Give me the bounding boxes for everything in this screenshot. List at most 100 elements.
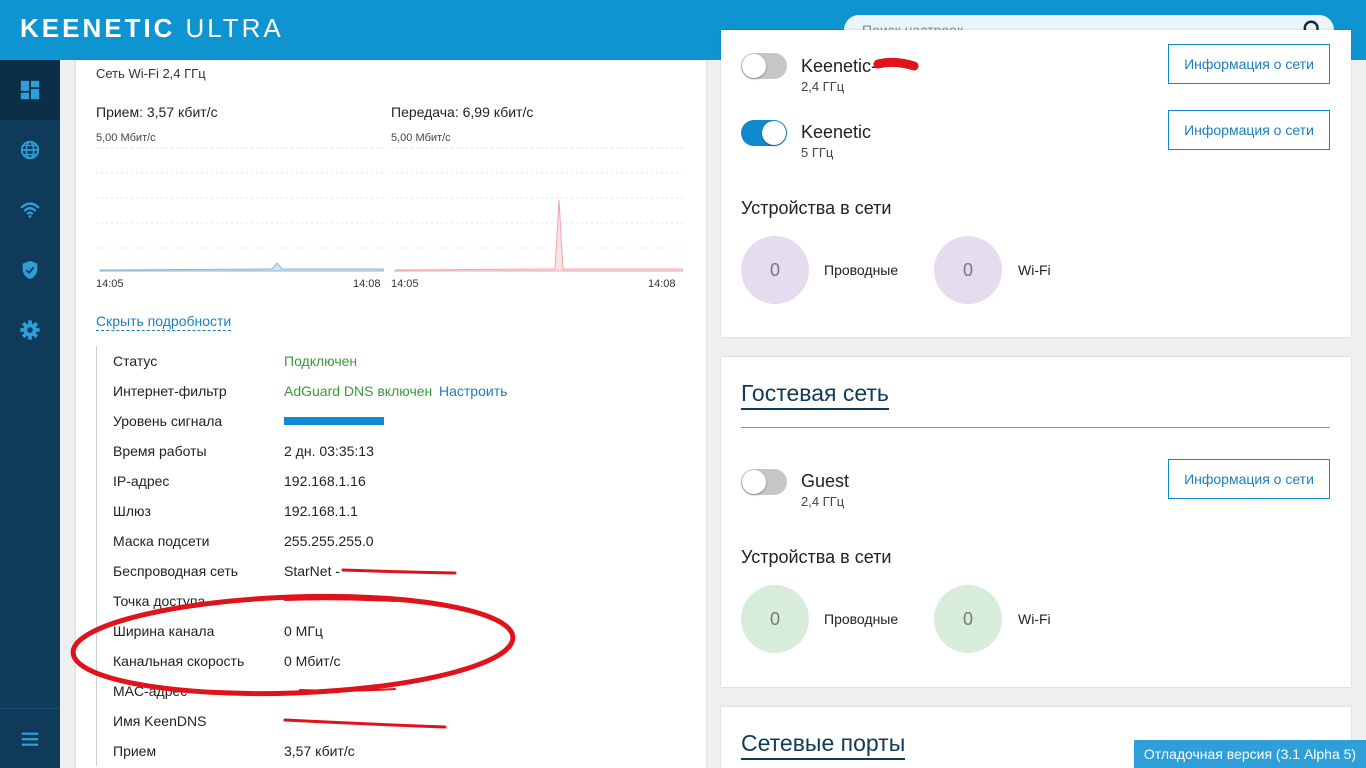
nav-internet[interactable] [0, 120, 60, 180]
guest-network-card: Гостевая сеть Guest 2,4 ГГц Информация о… [721, 357, 1351, 687]
rx-time-end: 14:08 [353, 278, 381, 290]
detail-uptime: Время работы 2 дн. 03:35:13 [97, 436, 686, 466]
configure-filter-link[interactable]: Настроить [439, 383, 507, 399]
tx-time-start: 14:05 [391, 278, 419, 290]
toggle-knob [742, 470, 766, 494]
gear-icon [20, 320, 40, 340]
rx-traffic-chart [96, 147, 384, 272]
logo[interactable]: KEENETIC ULTRA [20, 13, 284, 44]
logo-brand: KEENETIC [20, 13, 176, 43]
debug-version-badge: Отладочная версия (3.1 Alpha 5) [1134, 740, 1366, 768]
guest-net-band: 2,4 ГГц [801, 494, 845, 509]
detail-status: Статус Подключен [97, 346, 686, 376]
detail-gateway: Шлюз 192.168.1.1 [97, 496, 686, 526]
detail-channel-width: Ширина канала 0 МГц [97, 616, 686, 646]
menu-icon [21, 732, 39, 746]
home-network-card: Keenetic- 2,4 ГГц Информация о сети Keen… [721, 30, 1351, 337]
detail-key: Уровень сигнала [113, 413, 223, 429]
shield-icon [22, 260, 38, 280]
guest-net-name: Guest [801, 471, 850, 491]
signal-level-bar [284, 417, 384, 425]
detail-key: Маска подсети [113, 533, 210, 549]
detail-signal: Уровень сигнала [97, 406, 686, 436]
nav-settings[interactable] [0, 300, 60, 360]
detail-filter: Интернет-фильтр AdGuard DNS включен Наст… [97, 376, 686, 406]
wifi-details-card: Сеть Wi-Fi 2,4 ГГц Прием: 3,57 кбит/с Пе… [76, 60, 706, 768]
tx-traffic-line [394, 199, 683, 272]
detail-key: Беспроводная сеть [113, 563, 239, 579]
guest-devices-title: Устройства в сети [741, 547, 892, 567]
detail-wireless: Беспроводная сеть StarNet - [97, 556, 686, 586]
net1-band: 2,4 ГГц [801, 79, 845, 94]
tx-time-end: 14:08 [648, 278, 676, 290]
detail-key: Точка доступа [113, 593, 206, 609]
rx-value: 3,57 кбит/с [284, 743, 355, 759]
wifi-band-title: Сеть Wi-Fi 2,4 ГГц [96, 66, 206, 81]
detail-ip: IP-адрес 192.168.1.16 [97, 466, 686, 496]
hide-details-link[interactable]: Скрыть подробности [96, 313, 232, 331]
tx-traffic-chart [391, 147, 683, 272]
tx-scale-label: 5,00 Мбит/с [391, 132, 451, 144]
nav-menu[interactable] [0, 708, 60, 768]
net1-toggle[interactable] [741, 53, 787, 79]
dashboard-icon [20, 80, 40, 100]
nav-dashboard[interactable] [0, 60, 60, 120]
nav-wifi[interactable] [0, 180, 60, 240]
toggle-knob [762, 121, 786, 145]
detail-mac: MAC-адрес [97, 676, 686, 706]
detail-channel-speed: Канальная скорость 0 Мбит/с [97, 646, 686, 676]
mask-value: 255.255.255.0 [284, 533, 374, 549]
devices-title: Устройства в сети [741, 198, 892, 218]
tx-rate-label: Передача: 6,99 кбит/с [391, 104, 534, 120]
ip-value: 192.168.1.16 [284, 473, 366, 489]
detail-key: Интернет-фильтр [113, 383, 227, 399]
net1-info-button[interactable]: Информация о сети [1168, 44, 1330, 84]
channel-speed-value: 0 Мбит/с [284, 653, 341, 669]
uptime-value: 2 дн. 03:35:13 [284, 443, 374, 459]
detail-key: Прием [113, 743, 157, 759]
detail-key: Время работы [113, 443, 207, 459]
net2-name: Keenetic [801, 122, 872, 142]
network-ports-title[interactable]: Сетевые порты [741, 729, 906, 760]
detail-rx: Прием 3,57 кбит/с [97, 736, 686, 766]
guest-network-title[interactable]: Гостевая сеть [741, 379, 889, 410]
detail-access-point: Точка доступа [97, 586, 686, 616]
guest-wifi-label: Wi-Fi [1018, 611, 1051, 627]
guest-wifi-count[interactable]: 0 [934, 585, 1002, 653]
channel-width-value: 0 МГц [284, 623, 323, 639]
wireless-value: StarNet - [284, 563, 341, 579]
globe-icon [20, 140, 40, 160]
wifi-devices-label: Wi-Fi [1018, 262, 1051, 278]
net2-band: 5 ГГц [801, 145, 834, 160]
detail-key: Канальная скорость [113, 653, 245, 669]
gateway-value: 192.168.1.1 [284, 503, 358, 519]
sidebar [0, 60, 60, 768]
rx-traffic-line [99, 262, 384, 272]
detail-keendns: Имя KeenDNS [97, 706, 686, 736]
rx-time-start: 14:05 [96, 278, 124, 290]
net2-info-button[interactable]: Информация о сети [1168, 110, 1330, 150]
wired-devices-label: Проводные [824, 262, 899, 278]
status-value: Подключен [284, 353, 358, 369]
guest-wired-count[interactable]: 0 [741, 585, 809, 653]
logo-model: ULTRA [185, 13, 284, 43]
connection-details: Статус Подключен Интернет-фильтр AdGuard… [96, 346, 686, 766]
net2-toggle[interactable] [741, 120, 787, 146]
wifi-devices-count[interactable]: 0 [934, 236, 1002, 304]
detail-key: Статус [113, 353, 158, 369]
detail-key: MAC-адрес [113, 683, 188, 699]
rx-rate-label: Прием: 3,57 кбит/с [96, 104, 218, 120]
detail-key: IP-адрес [113, 473, 170, 489]
filter-value: AdGuard DNS включен [284, 383, 433, 399]
net1-name: Keenetic- [801, 56, 878, 76]
detail-key: Имя KeenDNS [113, 713, 207, 729]
wired-devices-count[interactable]: 0 [741, 236, 809, 304]
guest-wired-label: Проводные [824, 611, 899, 627]
toggle-knob [742, 54, 766, 78]
section-divider [741, 427, 1330, 428]
detail-mask: Маска подсети 255.255.255.0 [97, 526, 686, 556]
nav-security[interactable] [0, 240, 60, 300]
guest-info-button[interactable]: Информация о сети [1168, 459, 1330, 499]
guest-toggle[interactable] [741, 469, 787, 495]
detail-key: Ширина канала [113, 623, 215, 639]
